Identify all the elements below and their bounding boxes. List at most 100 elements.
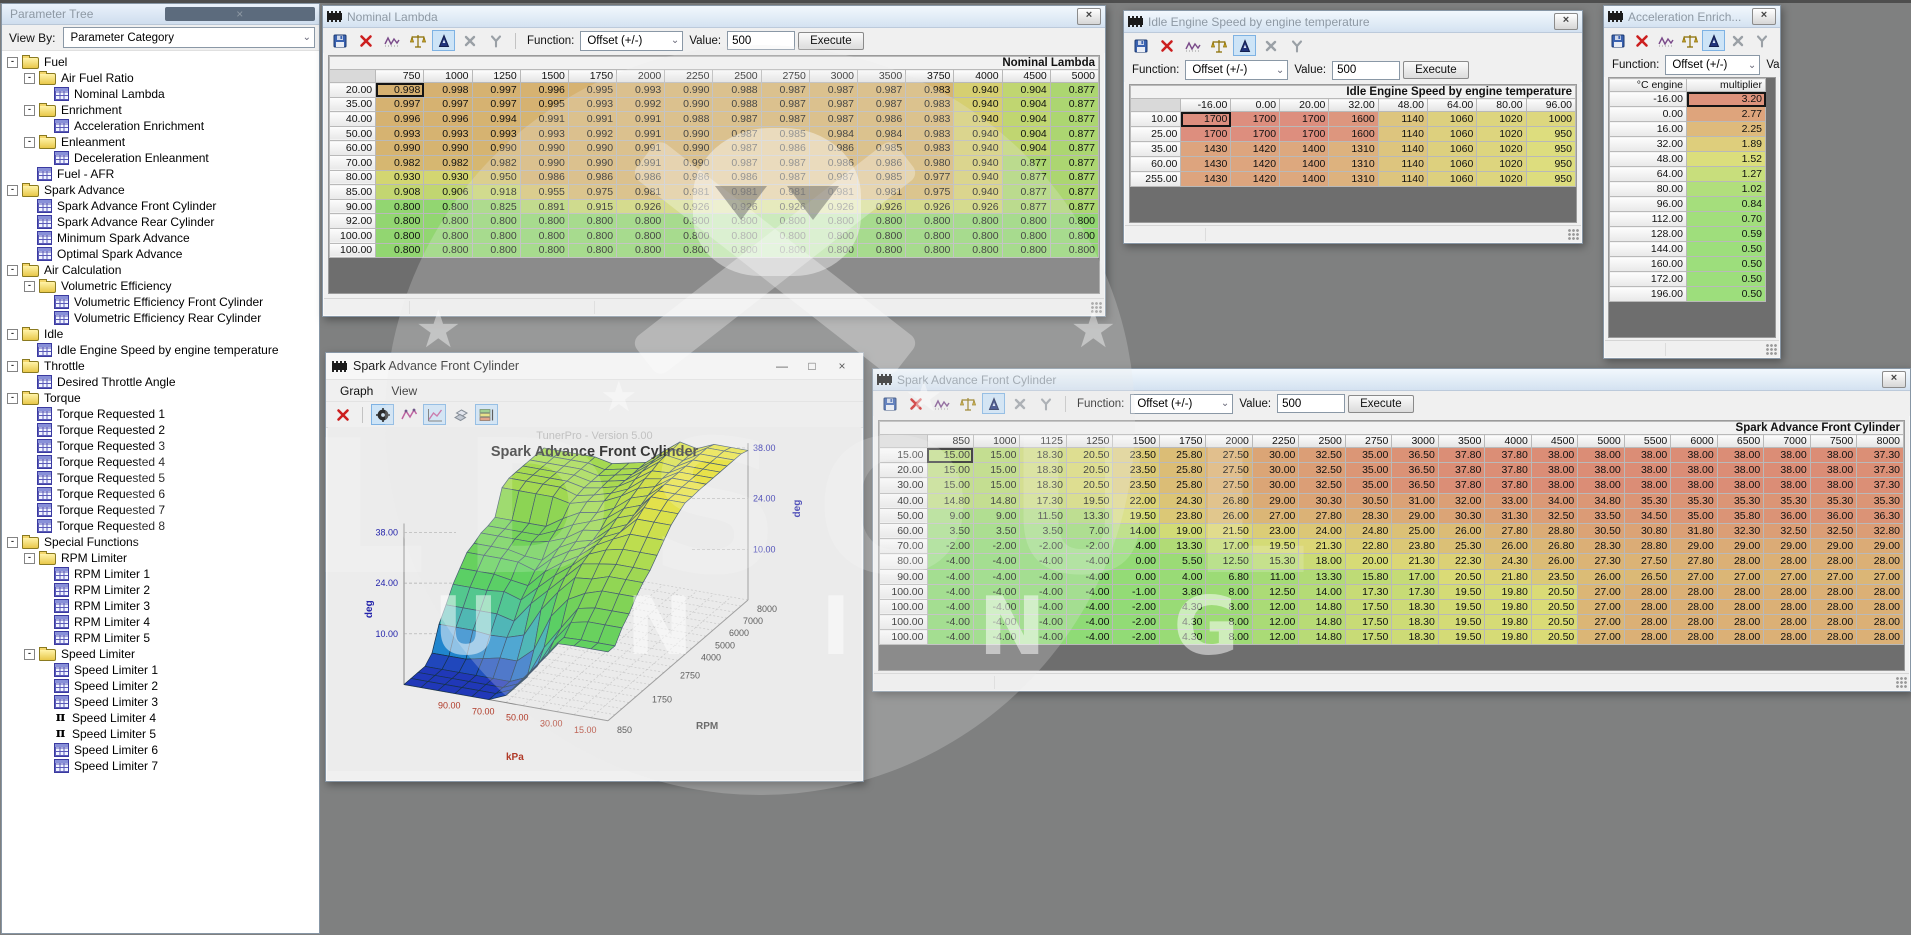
- col-header[interactable]: 4000: [1485, 435, 1531, 448]
- col-header[interactable]: 48.00: [1378, 99, 1427, 112]
- map-cell[interactable]: 1140: [1378, 172, 1427, 187]
- maximize-icon[interactable]: □: [797, 354, 827, 378]
- map-cell[interactable]: 0.904: [1002, 83, 1050, 98]
- map-cell[interactable]: -4.00: [927, 599, 973, 614]
- col-header[interactable]: 5000: [1578, 435, 1624, 448]
- map-cell[interactable]: 38.00: [1717, 478, 1763, 493]
- map-cell[interactable]: 14.80: [1299, 630, 1345, 645]
- map-cell[interactable]: 25.30: [1438, 539, 1484, 554]
- col-header[interactable]: 1500: [1113, 435, 1159, 448]
- compare-scale-icon[interactable]: [1207, 35, 1230, 56]
- map-cell[interactable]: 17.00: [1392, 569, 1438, 584]
- map-cell[interactable]: 17.50: [1345, 599, 1391, 614]
- map-cell[interactable]: 950: [1526, 142, 1575, 157]
- map-cell[interactable]: 0.981: [761, 185, 809, 200]
- map-cell[interactable]: 0.985: [858, 141, 906, 156]
- tree-item[interactable]: Torque Requested 5: [3, 470, 318, 486]
- map-cell[interactable]: 1060: [1427, 127, 1476, 142]
- map-cell[interactable]: 0.800: [954, 228, 1002, 243]
- map-cell[interactable]: 3.50: [927, 523, 973, 538]
- map-cell[interactable]: 0.986: [713, 170, 761, 185]
- map-cell[interactable]: 38.00: [1531, 463, 1577, 478]
- map-cell[interactable]: 0.800: [617, 214, 665, 229]
- close-icon[interactable]: ×: [827, 354, 857, 378]
- map-cell[interactable]: 28.00: [1810, 615, 1856, 630]
- map-cell[interactable]: 35.30: [1624, 493, 1670, 508]
- map-cell[interactable]: 12.00: [1252, 615, 1298, 630]
- map-cell[interactable]: 28.00: [1810, 599, 1856, 614]
- tree-item[interactable]: πSpeed Limiter 4: [3, 710, 318, 726]
- map-cell[interactable]: 28.00: [1764, 554, 1810, 569]
- save-icon[interactable]: [1606, 30, 1629, 51]
- map-cell[interactable]: -4.00: [927, 615, 973, 630]
- map-cell[interactable]: 23.00: [1252, 523, 1298, 538]
- row-header[interactable]: 96.00: [1610, 197, 1687, 212]
- map-cell[interactable]: 37.80: [1485, 448, 1531, 463]
- map-cell[interactable]: 27.00: [1578, 599, 1624, 614]
- map-cell[interactable]: 1020: [1477, 127, 1526, 142]
- map-cell[interactable]: 0.990: [520, 141, 568, 156]
- map-cell[interactable]: 1420: [1231, 172, 1280, 187]
- map-cell[interactable]: 24.80: [1345, 523, 1391, 538]
- col-header[interactable]: 2250: [665, 70, 713, 83]
- map-cell[interactable]: 0.800: [520, 243, 568, 258]
- map-cell[interactable]: 38.00: [1624, 478, 1670, 493]
- map-cell[interactable]: 12.50: [1252, 584, 1298, 599]
- map-cell[interactable]: 0.991: [617, 112, 665, 127]
- map-cell[interactable]: 28.00: [1717, 584, 1763, 599]
- map-cell[interactable]: 0.930: [424, 170, 472, 185]
- map-cell[interactable]: 0.915: [568, 199, 616, 214]
- map-cell[interactable]: 0.982: [424, 155, 472, 170]
- parameter-tree-titlebar[interactable]: Parameter Tree ×: [2, 4, 319, 25]
- map-cell[interactable]: 1020: [1477, 112, 1526, 127]
- map-cell[interactable]: 28.00: [1624, 630, 1670, 645]
- chart-mode-icon[interactable]: [423, 404, 446, 425]
- map-cell[interactable]: 28.00: [1717, 554, 1763, 569]
- col-header[interactable]: °C engine: [1610, 79, 1687, 92]
- map-cell[interactable]: 14.00: [1113, 523, 1159, 538]
- row-header[interactable]: 70.00: [880, 539, 928, 554]
- map-cell[interactable]: 36.00: [1810, 508, 1856, 523]
- map-cell[interactable]: 0.00: [1113, 569, 1159, 584]
- map-cell[interactable]: 0.926: [906, 199, 954, 214]
- window-titlebar[interactable]: Spark Advance Front Cylinder — □ ×: [326, 353, 863, 380]
- window-titlebar[interactable]: Acceleration Enrich... ×: [1604, 6, 1780, 28]
- map-cell[interactable]: 0.984: [858, 126, 906, 141]
- map-cell[interactable]: 7.00: [1066, 523, 1112, 538]
- map-cell[interactable]: 30.50: [1345, 493, 1391, 508]
- col-header[interactable]: 6500: [1717, 435, 1763, 448]
- value-input[interactable]: [727, 31, 795, 50]
- map-cell[interactable]: 0.891: [520, 199, 568, 214]
- tree-expander-icon[interactable]: -: [7, 57, 18, 68]
- tree-item[interactable]: Torque Requested 4: [3, 454, 318, 470]
- map-cell[interactable]: 0.877: [1050, 126, 1098, 141]
- map-cell[interactable]: 0.988: [713, 83, 761, 98]
- map-cell[interactable]: 28.00: [1671, 584, 1717, 599]
- map-cell[interactable]: 1.52: [1687, 152, 1766, 167]
- map-cell[interactable]: 0.990: [568, 155, 616, 170]
- map-cell[interactable]: 28.00: [1857, 599, 1904, 614]
- map-cell[interactable]: 0.800: [809, 243, 857, 258]
- map-cell[interactable]: 28.00: [1810, 630, 1856, 645]
- map-cell[interactable]: -4.00: [1020, 554, 1066, 569]
- map-cell[interactable]: 0.940: [954, 97, 1002, 112]
- map-cell[interactable]: 25.80: [1159, 463, 1205, 478]
- map-cell[interactable]: 0.985: [761, 126, 809, 141]
- col-header[interactable]: -16.00: [1181, 99, 1231, 112]
- map-cell[interactable]: 0.877: [1050, 199, 1098, 214]
- branch-icon[interactable]: [1750, 30, 1773, 51]
- delete-icon[interactable]: [1155, 35, 1178, 56]
- map-cell[interactable]: 32.00: [1438, 493, 1484, 508]
- col-header[interactable]: 8000: [1857, 435, 1904, 448]
- map-cell[interactable]: 28.00: [1857, 584, 1904, 599]
- map-cell[interactable]: 0.800: [809, 228, 857, 243]
- execute-button[interactable]: Execute: [1403, 61, 1469, 79]
- map-cell[interactable]: 0.987: [761, 155, 809, 170]
- map-cell[interactable]: 30.50: [1578, 523, 1624, 538]
- map-cell[interactable]: 0.987: [809, 83, 857, 98]
- map-cell[interactable]: 1400: [1280, 142, 1329, 157]
- tree-item[interactable]: Minimum Spark Advance: [3, 230, 318, 246]
- map-cell[interactable]: 27.00: [1252, 508, 1298, 523]
- map-cell[interactable]: 0.990: [376, 141, 424, 156]
- tree-expander-icon[interactable]: -: [7, 537, 18, 548]
